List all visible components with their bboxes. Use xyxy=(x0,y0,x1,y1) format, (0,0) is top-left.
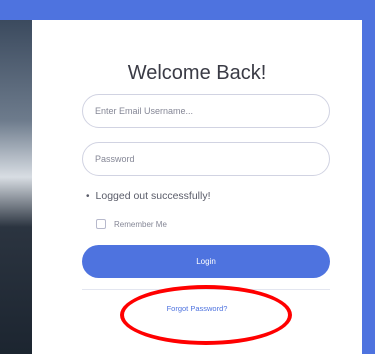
status-message: • Logged out successfully! xyxy=(86,190,211,202)
login-button[interactable]: Login xyxy=(82,245,330,278)
background-photo xyxy=(0,20,32,354)
page-title: Welcome Back! xyxy=(127,62,267,84)
email-input[interactable] xyxy=(82,94,330,128)
remember-me[interactable]: Remember Me xyxy=(96,219,167,229)
right-background-strip xyxy=(362,20,375,354)
top-background-band xyxy=(0,0,375,20)
remember-me-checkbox[interactable] xyxy=(96,219,106,229)
bullet-icon: • xyxy=(86,191,90,202)
password-input[interactable] xyxy=(82,142,330,176)
status-message-text: Logged out successfully! xyxy=(95,190,211,202)
annotation-circle xyxy=(120,285,292,345)
remember-me-label: Remember Me xyxy=(114,219,167,229)
